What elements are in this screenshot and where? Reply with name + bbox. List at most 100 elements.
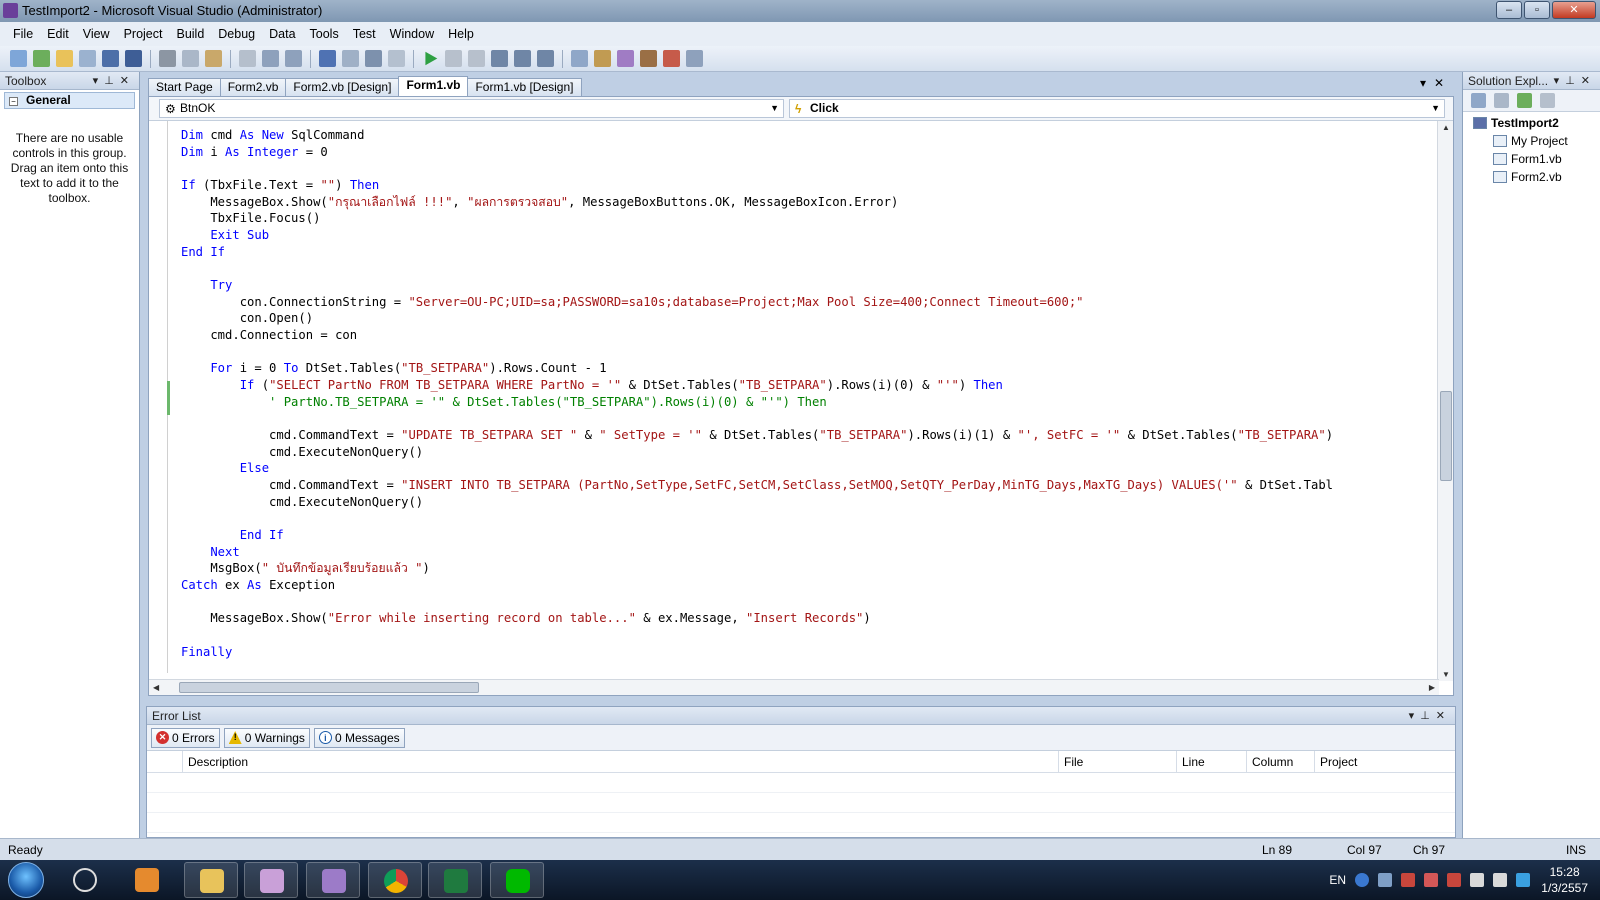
scroll-up-icon[interactable]: ▲ (1442, 123, 1450, 132)
network-icon[interactable] (1470, 873, 1484, 887)
close-icon[interactable]: ✕ (1436, 710, 1451, 722)
errors-filter-button[interactable]: ✕ 0 Errors (151, 727, 220, 748)
menu-view[interactable]: View (76, 27, 117, 41)
show-hidden-icons[interactable] (1378, 873, 1392, 887)
object-browser-icon[interactable] (617, 50, 634, 67)
step-out-icon[interactable] (537, 50, 554, 67)
column-description[interactable]: Description (183, 751, 1059, 772)
menu-test[interactable]: Test (346, 27, 383, 41)
action-center-icon[interactable] (1424, 873, 1438, 887)
server-explorer-icon[interactable] (663, 50, 680, 67)
code-line[interactable]: Dim cmd As New SqlCommand (181, 127, 364, 144)
menu-tools[interactable]: Tools (303, 27, 346, 41)
tab-dropdown-icon[interactable]: ▾ (1420, 76, 1434, 90)
taskbar-explorer[interactable] (184, 862, 238, 898)
uncomment-icon[interactable] (285, 50, 302, 67)
code-line[interactable]: cmd.CommandText = "INSERT INTO TB_SETPAR… (181, 477, 1333, 494)
code-line[interactable]: MessageBox.Show("กรุณาเลือกไฟล์ !!!", "ผ… (181, 194, 898, 211)
column-line[interactable]: Line (1177, 751, 1247, 772)
tree-project-node[interactable]: TestImport2 (1473, 114, 1600, 132)
windows-start-icon[interactable] (8, 862, 44, 898)
code-line[interactable]: MessageBox.Show("Error while inserting r… (181, 610, 870, 627)
class-name-combo[interactable]: ⚙ BtnOK ▼ (159, 99, 784, 118)
open-file-icon[interactable] (56, 50, 73, 67)
column-column[interactable]: Column (1247, 751, 1315, 772)
menu-debug[interactable]: Debug (211, 27, 262, 41)
security-icon[interactable] (1447, 873, 1461, 887)
close-document-icon[interactable]: ✕ (1434, 76, 1452, 90)
volume-icon[interactable] (1493, 873, 1507, 887)
warnings-filter-button[interactable]: ! 0 Warnings (223, 727, 310, 748)
tree-item-form1[interactable]: Form1.vb (1473, 150, 1600, 168)
scroll-thumb[interactable] (179, 682, 479, 693)
view-code-icon[interactable] (1540, 93, 1555, 108)
tab-form1-vb[interactable]: Form1.vb (398, 76, 469, 96)
menu-help[interactable]: Help (441, 27, 481, 41)
code-line[interactable]: cmd.CommandText = "UPDATE TB_SETPARA SET… (181, 427, 1333, 444)
step-into-icon[interactable] (491, 50, 508, 67)
close-icon[interactable]: ✕ (1581, 75, 1596, 87)
dropdown-icon[interactable]: ▾ (1554, 75, 1566, 87)
menu-window[interactable]: Window (383, 27, 441, 41)
comment-icon[interactable] (262, 50, 279, 67)
code-line[interactable]: ' PartNo.TB_SETPARA = '" & DtSet.Tables(… (181, 394, 827, 411)
start-debugging-icon[interactable] (425, 51, 438, 66)
scroll-down-icon[interactable]: ▼ (1442, 670, 1450, 679)
taskbar-visual-studio[interactable] (306, 862, 360, 898)
tab-form2-vb[interactable]: Form2.vb (219, 78, 287, 96)
copy-icon[interactable] (182, 50, 199, 67)
scroll-right-icon[interactable]: ▶ (1429, 683, 1435, 692)
taskbar-media-player[interactable] (120, 862, 174, 898)
code-text[interactable]: Dim cmd As New SqlCommand Dim i As Intege… (149, 127, 1439, 675)
menu-edit[interactable]: Edit (40, 27, 76, 41)
code-line[interactable]: For i = 0 To DtSet.Tables("TB_SETPARA").… (181, 360, 606, 377)
method-name-combo[interactable]: ϟ Click ▼ (789, 99, 1445, 118)
minimize-button[interactable]: – (1496, 1, 1522, 19)
code-line[interactable]: cmd.ExecuteNonQuery() (181, 444, 423, 461)
navigate-backward-icon[interactable] (365, 50, 382, 67)
code-line[interactable]: con.ConnectionString = "Server=OU-PC;UID… (181, 294, 1084, 311)
stop-icon[interactable] (468, 50, 485, 67)
menu-file[interactable]: File (6, 27, 40, 41)
save-icon[interactable] (102, 50, 119, 67)
code-line[interactable]: Try (181, 277, 232, 294)
toolbox-icon[interactable] (640, 50, 657, 67)
code-line[interactable]: End If (181, 244, 225, 261)
code-line[interactable]: Catch ex As Exception (181, 577, 335, 594)
properties-icon[interactable] (1471, 93, 1486, 108)
tab-form2-design[interactable]: Form2.vb [Design] (285, 78, 400, 96)
dropdown-icon[interactable]: ▾ (93, 75, 105, 87)
collapse-icon[interactable]: − (9, 97, 18, 106)
pin-icon[interactable]: ⊥ (1565, 75, 1581, 87)
code-line[interactable]: If (TbxFile.Text = "") Then (181, 177, 379, 194)
messages-filter-button[interactable]: i0 Messages (313, 727, 405, 748)
close-button[interactable]: ✕ (1552, 1, 1596, 19)
code-line[interactable]: con.Open() (181, 310, 313, 327)
code-line[interactable]: Exit Sub (181, 227, 269, 244)
navigate-forward-icon[interactable] (388, 50, 405, 67)
code-line[interactable]: End If (181, 527, 284, 544)
code-line[interactable]: MsgBox(" บันทึกข้อมูลเรียบร้อยแล้ว ") (181, 560, 429, 577)
code-editor[interactable]: ⚙ BtnOK ▼ ϟ Click ▼ Dim cmd As New SqlCo… (148, 96, 1454, 696)
code-line[interactable]: cmd.ExecuteNonQuery() (181, 494, 423, 511)
code-line[interactable]: cmd.Connection = con (181, 327, 357, 344)
code-line[interactable]: Dim i As Integer = 0 (181, 144, 328, 161)
pin-icon[interactable]: ⊥ (104, 75, 120, 87)
code-line[interactable]: TbxFile.Focus() (181, 210, 320, 227)
new-project-icon[interactable] (10, 50, 27, 67)
tree-item-my-project[interactable]: My Project (1473, 132, 1600, 150)
horizontal-scrollbar[interactable]: ◀ ▶ (149, 679, 1439, 695)
taskbar-clock[interactable]: 15:28 1/3/2557 (1541, 864, 1588, 896)
maximize-button[interactable]: ▫ (1524, 1, 1550, 19)
language-indicator[interactable]: EN (1329, 873, 1346, 887)
add-new-item-icon[interactable] (79, 50, 96, 67)
tab-start-page[interactable]: Start Page (148, 78, 221, 96)
cut-icon[interactable] (159, 50, 176, 67)
toolbox-group-general[interactable]: − General (4, 92, 135, 109)
output-icon[interactable] (686, 50, 703, 67)
save-all-icon[interactable] (125, 50, 142, 67)
code-line[interactable]: Next (181, 544, 239, 561)
taskbar-paint[interactable] (244, 862, 298, 898)
code-line[interactable]: Finally (181, 644, 232, 661)
solution-explorer-icon[interactable] (571, 50, 588, 67)
